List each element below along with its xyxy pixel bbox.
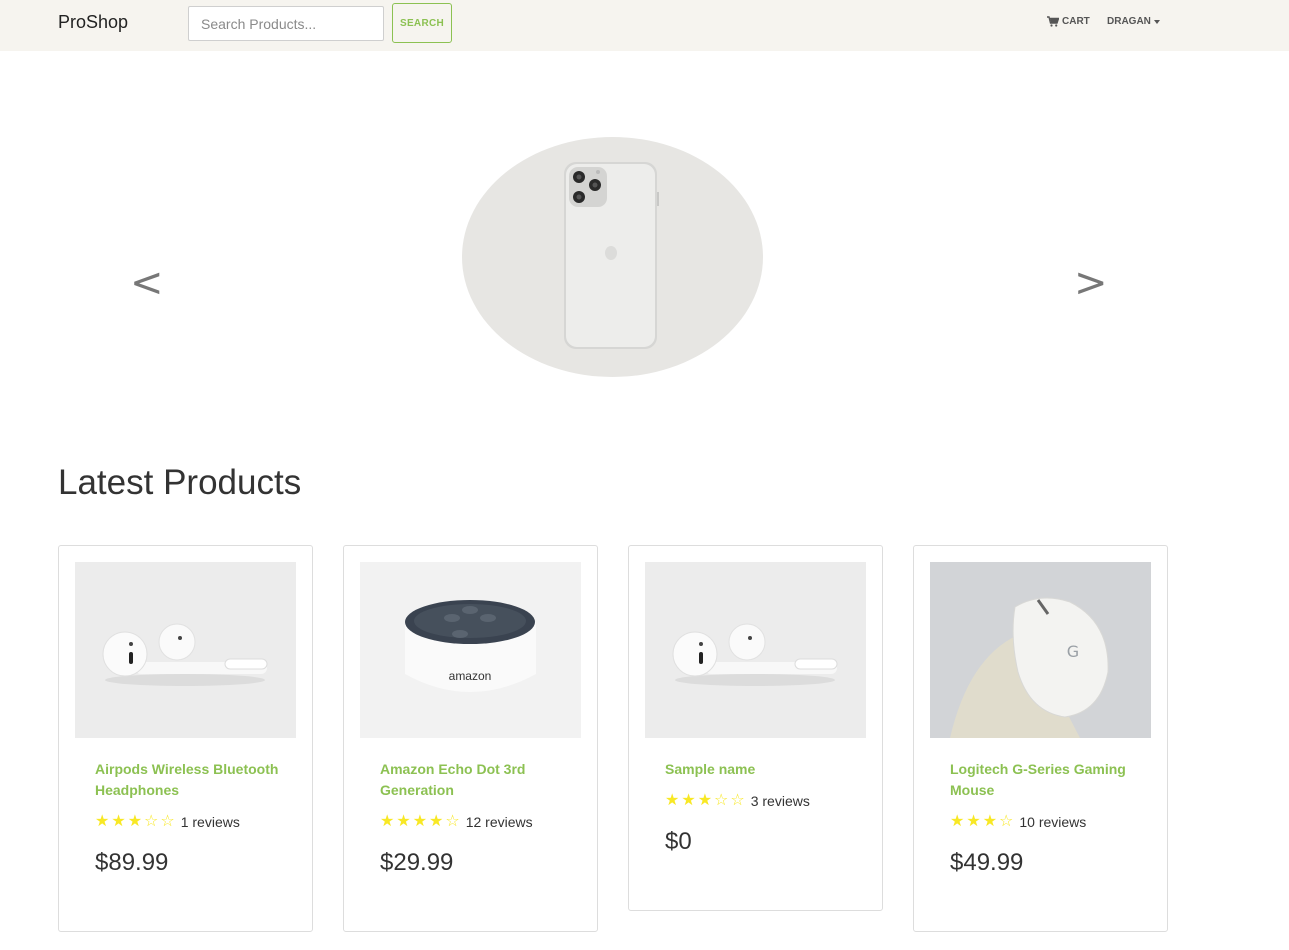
carousel-next-button[interactable]: > xyxy=(1074,263,1108,303)
user-name: DRAGAN xyxy=(1107,16,1151,27)
brand-logo[interactable]: ProShop xyxy=(58,12,128,33)
navbar: ProShop SEARCH CART DRAGAN xyxy=(0,0,1289,51)
review-count: 1 reviews xyxy=(180,814,240,830)
rating-stars: ★ ★ ★ ☆ xyxy=(950,814,1013,830)
iphone-image xyxy=(564,162,659,349)
star-full-icon: ★ xyxy=(697,792,713,809)
product-price: $29.99 xyxy=(380,849,454,876)
star-empty-icon: ☆ xyxy=(445,813,460,830)
cart-link[interactable]: CART xyxy=(1047,16,1090,27)
star-full-icon: ★ xyxy=(95,813,110,830)
star-half-icon: ★ xyxy=(127,813,143,830)
star-full-icon: ★ xyxy=(966,813,981,830)
cart-icon xyxy=(1047,16,1059,27)
svg-text:amazon: amazon xyxy=(449,669,492,683)
star-full-icon: ★ xyxy=(950,813,965,830)
star-full-icon: ★ xyxy=(412,813,428,830)
review-count: 3 reviews xyxy=(750,793,810,809)
rating-stars: ★ ★ ★ ☆ ☆ xyxy=(665,793,745,809)
carousel-prev-button[interactable]: < xyxy=(130,263,164,303)
star-full-icon: ★ xyxy=(429,813,444,830)
search-button[interactable]: SEARCH xyxy=(392,3,452,43)
search-input[interactable] xyxy=(188,6,384,41)
product-rating: ★ ★ ★ ★ ☆ 12 reviews xyxy=(380,813,580,831)
star-empty-icon: ☆ xyxy=(999,813,1014,830)
review-count: 10 reviews xyxy=(1019,814,1087,830)
product-title-link[interactable]: Airpods Wireless Bluetooth Headphones xyxy=(95,759,295,801)
product-title-link[interactable]: Logitech G-Series Gaming Mouse xyxy=(950,759,1150,801)
caret-down-icon xyxy=(1153,19,1160,24)
carousel-product-image[interactable] xyxy=(462,137,763,377)
star-full-icon: ★ xyxy=(380,813,395,830)
star-empty-icon: ☆ xyxy=(730,792,745,809)
product-title-link[interactable]: Amazon Echo Dot 3rd Generation xyxy=(380,759,580,801)
star-full-icon: ★ xyxy=(111,813,126,830)
product-card: G Logitech G-Series Gaming Mouse ★ ★ ★ ☆… xyxy=(913,545,1168,932)
star-full-icon: ★ xyxy=(982,813,998,830)
star-empty-icon: ☆ xyxy=(144,813,159,830)
review-count: 12 reviews xyxy=(465,814,533,830)
product-price: $49.99 xyxy=(950,849,1024,876)
star-full-icon: ★ xyxy=(665,792,680,809)
product-image[interactable]: amazon xyxy=(360,562,581,738)
product-price: $89.99 xyxy=(95,849,169,876)
product-rating: ★ ★ ★ ☆ ☆ 3 reviews xyxy=(665,792,865,810)
star-full-icon: ★ xyxy=(681,792,696,809)
svg-text:G: G xyxy=(1067,642,1079,661)
product-card: Airpods Wireless Bluetooth Headphones ★ … xyxy=(58,545,313,932)
product-rating: ★ ★ ★ ☆ ☆ 1 reviews xyxy=(95,813,295,831)
star-empty-icon: ☆ xyxy=(160,813,175,830)
product-card: amazon Amazon Echo Dot 3rd Generation ★ … xyxy=(343,545,598,932)
product-title-link[interactable]: Sample name xyxy=(665,759,865,780)
cart-label: CART xyxy=(1062,16,1090,27)
user-menu[interactable]: DRAGAN xyxy=(1107,16,1160,27)
product-image[interactable] xyxy=(75,562,296,738)
rating-stars: ★ ★ ★ ★ ☆ xyxy=(380,814,460,830)
product-card: Sample name ★ ★ ★ ☆ ☆ 3 reviews $0 xyxy=(628,545,883,911)
product-carousel: < > xyxy=(0,51,1289,451)
rating-stars: ★ ★ ★ ☆ ☆ xyxy=(95,814,175,830)
product-image[interactable]: G xyxy=(930,562,1151,738)
star-full-icon: ★ xyxy=(396,813,411,830)
section-title: Latest Products xyxy=(58,463,302,502)
product-rating: ★ ★ ★ ☆ 10 reviews xyxy=(950,813,1150,831)
product-image[interactable] xyxy=(645,562,866,738)
star-empty-icon: ☆ xyxy=(714,792,729,809)
product-price: $0 xyxy=(665,828,692,855)
